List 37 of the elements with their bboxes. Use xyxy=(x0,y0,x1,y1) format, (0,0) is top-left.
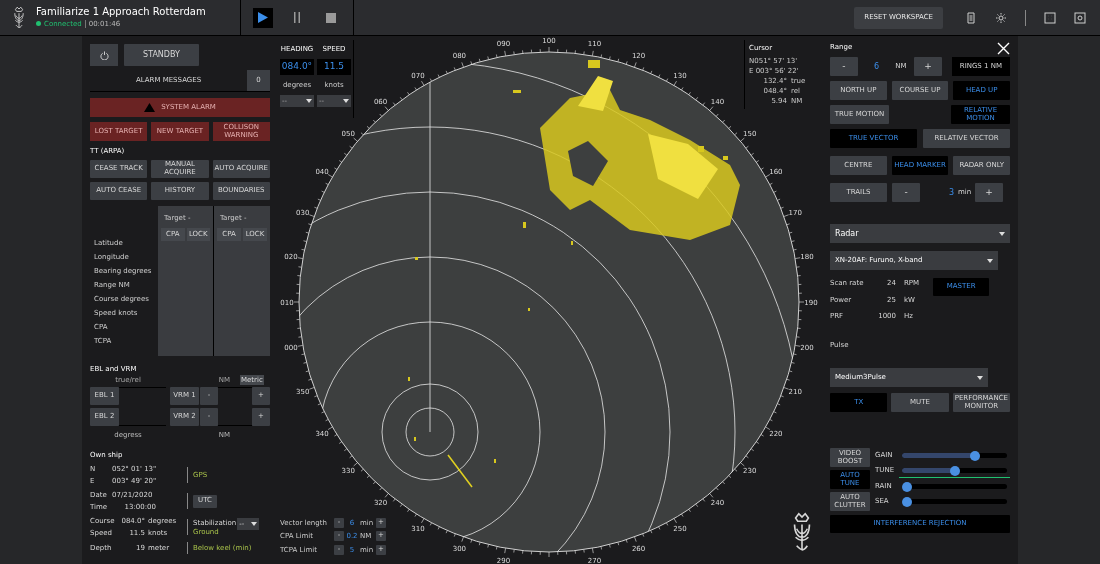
slider-thumb[interactable] xyxy=(970,450,981,461)
screen-icon[interactable] xyxy=(1074,11,1086,24)
control-button[interactable]: - xyxy=(892,183,920,202)
document-icon[interactable] xyxy=(965,11,977,24)
dropdown-caret-icon xyxy=(977,375,983,380)
standby-button[interactable]: STANDBY xyxy=(124,44,199,66)
slider-thumb[interactable] xyxy=(902,496,912,507)
dropdown-caret-icon xyxy=(987,258,993,263)
playback-button[interactable] xyxy=(253,7,273,28)
slider-track[interactable] xyxy=(902,496,1007,507)
range-value: 6 xyxy=(872,60,881,73)
dropdown-caret-icon xyxy=(251,521,258,526)
slider-thumb[interactable] xyxy=(902,481,912,492)
slider-track[interactable] xyxy=(902,450,1007,461)
close-icon[interactable] xyxy=(997,42,1010,55)
slider-track[interactable] xyxy=(902,481,1007,492)
trails-value: 3 xyxy=(947,186,955,199)
dropdown-caret-icon xyxy=(343,99,349,103)
slider-thumb[interactable] xyxy=(949,465,960,476)
stop-icon xyxy=(326,12,336,23)
warning-icon xyxy=(144,103,156,112)
dropdown-caret-icon xyxy=(999,231,1005,236)
power-button[interactable] xyxy=(90,44,118,66)
slider-track[interactable] xyxy=(902,465,1007,476)
play-icon xyxy=(258,12,268,23)
control-button[interactable]: + xyxy=(914,57,942,76)
control-button[interactable]: + xyxy=(975,183,1003,202)
control-button[interactable]: - xyxy=(830,57,858,76)
data-value: 11.5 xyxy=(317,58,351,75)
grid-icon[interactable] xyxy=(1044,11,1056,24)
radar-source-dropdown[interactable]: Radar xyxy=(830,224,1010,243)
session-title: Familiarize 1 Approach Rotterdam xyxy=(36,6,206,19)
dropdown-caret-icon xyxy=(306,99,312,103)
pause-icon xyxy=(293,12,301,23)
data-value: 084.0° xyxy=(280,58,314,75)
sun-icon[interactable] xyxy=(995,11,1007,24)
power-icon xyxy=(99,50,109,60)
